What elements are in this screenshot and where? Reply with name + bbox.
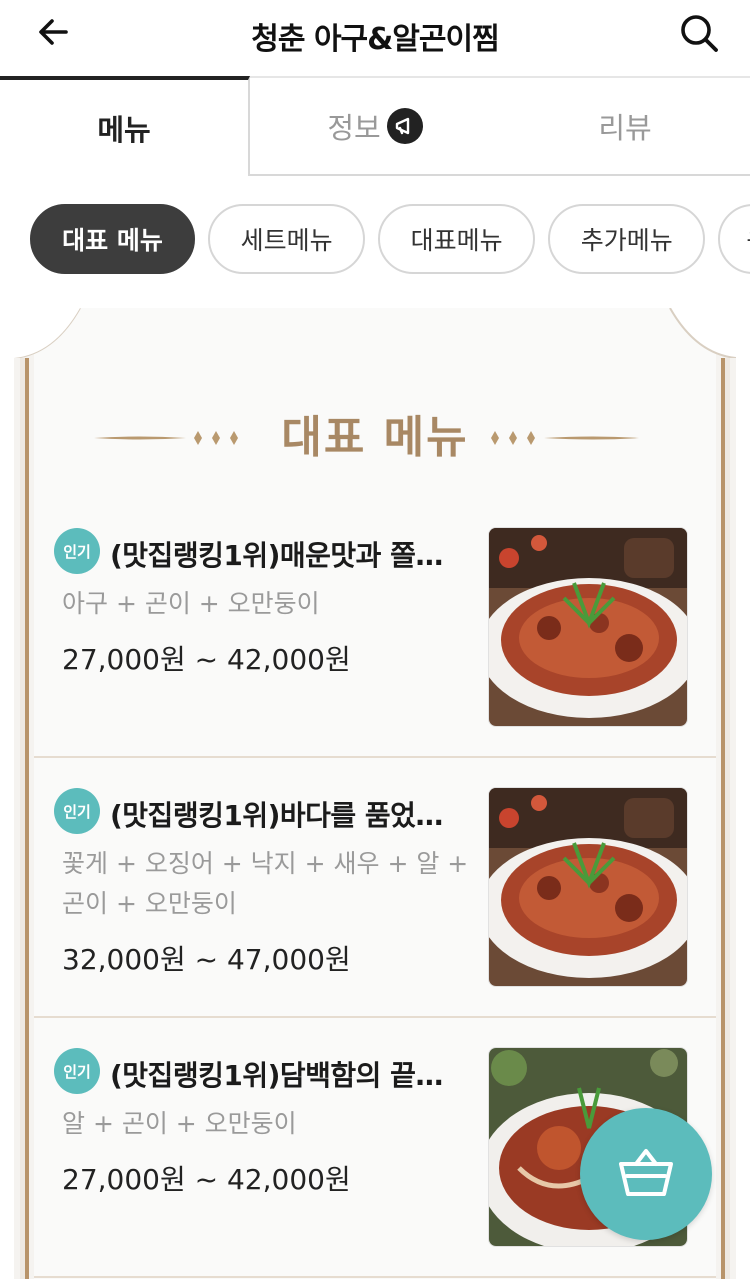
popular-badge: 인기 (54, 528, 100, 574)
board-corner-ornament (669, 308, 736, 358)
page-title: 청춘 아구&알곤이찜 (251, 22, 499, 57)
chip-drinks[interactable]: 음 (718, 204, 750, 274)
menu-item[interactable]: 인기 (맛집랭킹1위)바다를 품었… 꽃게 + 오징어 + 낙지 + 새우 + … (34, 758, 716, 1018)
app-header: 청춘 아구&알곤이찜 (0, 0, 750, 76)
chip-representative-menu[interactable]: 대표 메뉴 (30, 204, 195, 274)
cart-button[interactable] (580, 1108, 712, 1240)
ornament-right-icon (491, 431, 639, 445)
chip-set-menu[interactable]: 세트메뉴 (208, 204, 366, 274)
section-heading: 대표 메뉴 (14, 408, 736, 468)
tab-label: 리뷰 (598, 111, 652, 145)
menu-item-name: (맛집랭킹1위)담백함의 끝… (110, 1059, 443, 1092)
menu-item-desc: 아구 + 곤이 + 오만둥이 (62, 589, 320, 618)
tab-label: 정보 (327, 111, 381, 145)
section-title: 대표 메뉴 (281, 412, 469, 463)
board-rail-right (716, 358, 730, 1279)
popular-badge: 인기 (54, 1048, 100, 1094)
item-divider (34, 1276, 716, 1278)
ornament-left-icon (94, 431, 238, 445)
menu-item[interactable]: 인기 (맛집랭킹1위)매운맛과 쫄… 아구 + 곤이 + 오만둥이 27,000… (34, 498, 716, 758)
tab-info[interactable]: 정보 (250, 76, 500, 176)
menu-item-photo (488, 527, 688, 727)
tab-label: 메뉴 (97, 113, 151, 147)
popular-badge: 인기 (54, 788, 100, 834)
shopping-basket-icon (619, 1149, 673, 1196)
menu-item-photo (488, 787, 688, 987)
chip-main-menu[interactable]: 대표메뉴 (378, 204, 536, 274)
category-chips: 대표 메뉴 세트메뉴 대표메뉴 추가메뉴 음 (30, 204, 750, 278)
search-icon[interactable] (678, 12, 720, 54)
menu-item-price: 27,000원 ~ 42,000원 (62, 1163, 351, 1196)
megaphone-icon (386, 108, 423, 144)
tab-menu[interactable]: 메뉴 (0, 76, 250, 176)
menu-item-desc: 알 + 곤이 + 오만둥이 (62, 1109, 297, 1138)
chip-extra-menu[interactable]: 추가메뉴 (548, 204, 706, 274)
menu-item-price: 32,000원 ~ 47,000원 (62, 943, 351, 976)
menu-item-name: (맛집랭킹1위)매운맛과 쫄… (110, 539, 443, 572)
menu-item-price: 27,000원 ~ 42,000원 (62, 643, 351, 676)
menu-item-desc: 꽃게 + 오징어 + 낙지 + 새우 + 알 + 곤이 + 오만둥이 (62, 849, 469, 918)
menu-item-name: (맛집랭킹1위)바다를 품었… (110, 799, 443, 832)
tab-bar: 메뉴 정보 리뷰 (0, 76, 750, 176)
board-rail-left (20, 358, 34, 1279)
board-corner-ornament (14, 308, 81, 358)
tab-review[interactable]: 리뷰 (500, 76, 750, 176)
